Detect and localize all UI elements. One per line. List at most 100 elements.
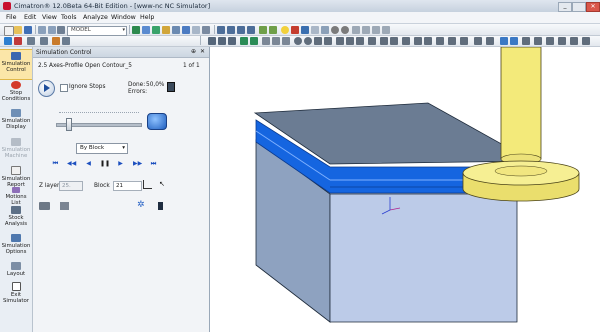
new-file-icon[interactable] bbox=[4, 26, 14, 36]
view-iso-icon[interactable] bbox=[217, 26, 225, 34]
text-icon[interactable] bbox=[486, 37, 494, 45]
play-icon[interactable]: ▶ bbox=[116, 160, 125, 168]
maximize-button[interactable] bbox=[572, 2, 586, 12]
curve-icon[interactable] bbox=[52, 37, 60, 45]
plane-icon[interactable] bbox=[382, 26, 390, 34]
offset-icon[interactable] bbox=[424, 37, 432, 45]
menu-view[interactable]: View bbox=[42, 14, 57, 21]
info-icon[interactable] bbox=[158, 202, 163, 210]
sphere-icon[interactable] bbox=[331, 26, 339, 34]
redo-icon[interactable] bbox=[48, 26, 56, 34]
ignore-stops-checkbox[interactable] bbox=[60, 84, 68, 92]
menu-help[interactable]: Help bbox=[140, 14, 154, 21]
pause-icon[interactable]: ❚❚ bbox=[100, 160, 110, 168]
minimize-button[interactable]: _ bbox=[558, 2, 572, 12]
machine-view-button[interactable] bbox=[147, 113, 167, 130]
measure-icon[interactable] bbox=[352, 26, 360, 34]
pick-mode-icon[interactable] bbox=[27, 37, 35, 45]
axis-x-icon[interactable] bbox=[500, 37, 508, 45]
close-button[interactable]: ✕ bbox=[586, 2, 600, 12]
sphere2-icon[interactable] bbox=[341, 26, 349, 34]
settings-gear-icon[interactable]: ✲ bbox=[137, 200, 145, 210]
dimension-icon[interactable] bbox=[474, 37, 482, 45]
first-icon[interactable]: ⏮ bbox=[51, 160, 60, 168]
constraint-icon[interactable] bbox=[570, 37, 578, 45]
cancel-icon[interactable] bbox=[14, 37, 22, 45]
close-panel-icon[interactable]: ✕ bbox=[200, 48, 205, 55]
group-icon[interactable] bbox=[172, 26, 180, 34]
block-field[interactable]: 21 bbox=[113, 181, 142, 191]
pointer-icon[interactable]: ↖ bbox=[159, 180, 165, 188]
pin-icon[interactable]: ⊕ bbox=[191, 48, 196, 55]
select-all-icon[interactable] bbox=[152, 26, 160, 34]
wireframe-icon[interactable] bbox=[311, 26, 319, 34]
section-icon[interactable] bbox=[321, 26, 329, 34]
pattern-icon[interactable] bbox=[414, 37, 422, 45]
sidebar-item-stock-analysis[interactable]: Stock Analysis bbox=[0, 204, 32, 232]
zoom-window-icon[interactable] bbox=[269, 26, 277, 34]
pick-icon[interactable] bbox=[142, 26, 150, 34]
menu-file[interactable]: File bbox=[6, 14, 17, 21]
query-icon[interactable] bbox=[372, 26, 380, 34]
grid-icon[interactable] bbox=[240, 37, 248, 45]
sidebar-item-simulation-report[interactable]: Simulation Report bbox=[0, 164, 32, 188]
save-icon[interactable] bbox=[24, 26, 32, 34]
sidebar-item-simulation-machine[interactable]: Simulation Machine bbox=[0, 136, 32, 164]
blank-icon[interactable] bbox=[182, 26, 190, 34]
align-icon[interactable] bbox=[534, 37, 542, 45]
arrow-icon[interactable] bbox=[62, 37, 70, 45]
chamfer-icon[interactable] bbox=[346, 37, 354, 45]
report-clipboard-icon[interactable] bbox=[167, 82, 175, 92]
cut-icon[interactable] bbox=[262, 37, 270, 45]
rewind-icon[interactable]: ◀ bbox=[84, 160, 93, 168]
angle-icon[interactable] bbox=[143, 180, 152, 189]
view-top-icon[interactable] bbox=[237, 26, 245, 34]
box-icon[interactable] bbox=[314, 37, 322, 45]
graphics-viewport[interactable] bbox=[210, 47, 600, 332]
join-icon[interactable] bbox=[460, 37, 468, 45]
last-icon[interactable]: ⏭ bbox=[149, 160, 158, 168]
sidebar-item-stop-conditions[interactable]: Stop Conditions bbox=[0, 79, 32, 107]
paste-icon[interactable] bbox=[282, 37, 290, 45]
zoom-all-icon[interactable] bbox=[259, 26, 267, 34]
sidebar-item-simulation-options[interactable]: Simulation Options bbox=[0, 232, 32, 260]
layer-icon[interactable] bbox=[162, 26, 170, 34]
shading-icon[interactable] bbox=[301, 26, 309, 34]
view-front-icon[interactable] bbox=[227, 26, 235, 34]
cylinder-icon[interactable] bbox=[324, 37, 332, 45]
sketch-icon[interactable] bbox=[558, 37, 566, 45]
rotate-icon[interactable] bbox=[380, 37, 388, 45]
circle-icon[interactable] bbox=[294, 37, 302, 45]
arc-icon[interactable] bbox=[228, 37, 236, 45]
mirror-icon[interactable] bbox=[390, 37, 398, 45]
more-tools-icon[interactable] bbox=[582, 37, 590, 45]
render-icon[interactable] bbox=[291, 26, 299, 34]
sidebar-item-simulation-control[interactable]: Simulation Control bbox=[0, 49, 32, 80]
cursor-icon[interactable] bbox=[4, 37, 12, 45]
sidebar-item-motions-list[interactable]: Motions List bbox=[0, 186, 32, 206]
view-side-icon[interactable] bbox=[247, 26, 255, 34]
filter-icon[interactable] bbox=[132, 26, 140, 34]
split-icon[interactable] bbox=[448, 37, 456, 45]
axis-y-icon[interactable] bbox=[510, 37, 518, 45]
circle2-icon[interactable] bbox=[304, 37, 312, 45]
pointer-icon[interactable] bbox=[57, 26, 65, 34]
menu-edit[interactable]: Edit bbox=[24, 14, 36, 21]
move-icon[interactable] bbox=[368, 37, 376, 45]
tool-holder-icon[interactable] bbox=[60, 202, 69, 210]
copy-icon[interactable] bbox=[272, 37, 280, 45]
speed-slider-thumb[interactable] bbox=[65, 118, 72, 131]
model-combo[interactable]: MODEL ▾ bbox=[67, 26, 127, 36]
menu-analyze[interactable]: Analyze bbox=[83, 14, 108, 21]
extend-icon[interactable] bbox=[436, 37, 444, 45]
undo-icon[interactable] bbox=[38, 26, 46, 34]
line-icon[interactable] bbox=[218, 37, 226, 45]
fillet-icon[interactable] bbox=[336, 37, 344, 45]
sidebar-item-layout[interactable]: Layout bbox=[0, 260, 32, 280]
project-icon[interactable] bbox=[546, 37, 554, 45]
snap-icon[interactable] bbox=[40, 37, 48, 45]
camera-icon[interactable] bbox=[39, 202, 50, 210]
menu-tools[interactable]: Tools bbox=[61, 14, 77, 21]
unblank-icon[interactable] bbox=[192, 26, 200, 34]
open-folder-icon[interactable] bbox=[14, 26, 22, 34]
